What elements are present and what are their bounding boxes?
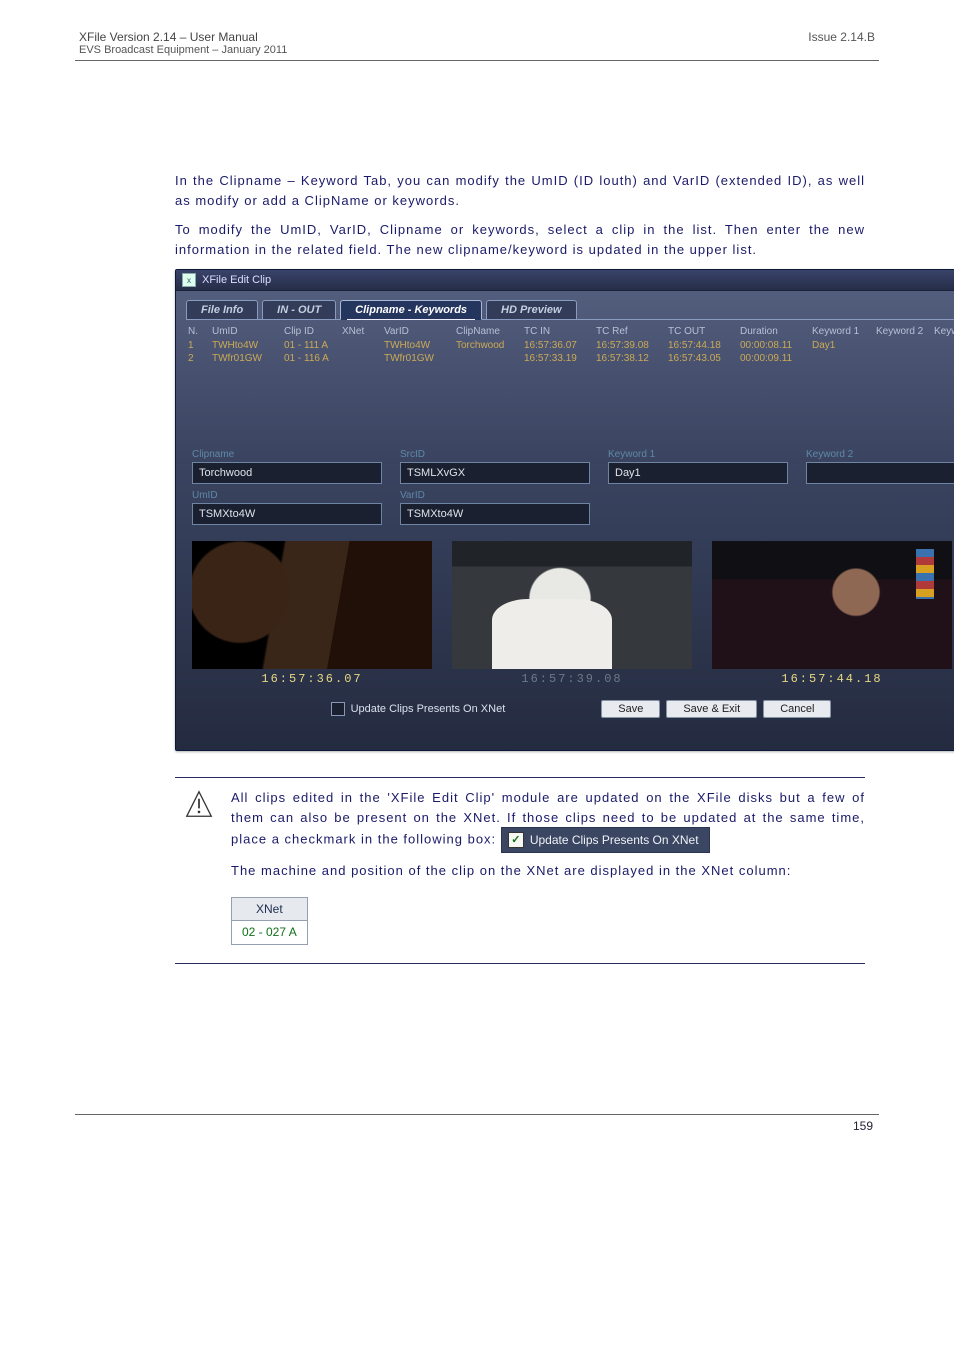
page-number: 159 xyxy=(75,1119,879,1133)
clipname-input[interactable] xyxy=(192,462,382,484)
col-clipid[interactable]: Clip ID xyxy=(282,324,340,339)
table-cell[interactable]: 16:57:36.07 xyxy=(522,339,594,352)
note-paragraph-2: The machine and position of the clip on … xyxy=(231,861,865,881)
kw1-label: Keyword 1 xyxy=(608,449,788,460)
separator xyxy=(175,777,865,778)
table-cell[interactable]: 00:00:08.11 xyxy=(738,339,810,352)
doc-title: XFile Version 2.14 – User Manual xyxy=(79,30,287,44)
table-cell[interactable] xyxy=(932,339,954,352)
umid-label: UmID xyxy=(192,490,382,501)
thumb-image xyxy=(712,541,952,669)
varid-input[interactable] xyxy=(400,503,590,525)
warning-icon xyxy=(185,788,213,945)
tc-in: 16:57:36.07 xyxy=(261,672,362,686)
table-cell[interactable]: 01 - 116 A xyxy=(282,352,340,365)
clipname-label: Clipname xyxy=(192,449,382,460)
table-cell[interactable]: Torchwood xyxy=(454,339,522,352)
xfile-edit-clip-dialog: x XFile Edit Clip × File Info IN - OUT C… xyxy=(175,269,954,751)
varid-label: VarID xyxy=(400,490,590,501)
col-kw1[interactable]: Keyword 1 xyxy=(810,324,874,339)
umid-input[interactable] xyxy=(192,503,382,525)
issue-label: Issue 2.14.B xyxy=(808,30,875,56)
thumb-image xyxy=(192,541,432,669)
table-cell[interactable] xyxy=(340,339,382,352)
dialog-titlebar[interactable]: x XFile Edit Clip × xyxy=(176,270,954,291)
thumb-image xyxy=(452,541,692,669)
thumb-out: 16:57:44.18 xyxy=(712,541,952,686)
checkmark-icon: ✓ xyxy=(508,832,524,848)
col-varid[interactable]: VarID xyxy=(382,324,454,339)
tab-file-info[interactable]: File Info xyxy=(186,300,258,319)
table-cell[interactable]: TWHto4W xyxy=(382,339,454,352)
app-icon: x xyxy=(182,273,196,287)
thumb-ref: 16:57:39.08 xyxy=(452,541,692,686)
separator xyxy=(175,963,865,964)
table-cell[interactable]: 16:57:39.08 xyxy=(594,339,666,352)
tc-ref: 16:57:39.08 xyxy=(521,672,622,686)
col-kw3[interactable]: Keyword 3 xyxy=(932,324,954,339)
table-cell[interactable]: 16:57:43.05 xyxy=(666,352,738,365)
xnet-value: 02 - 027 A xyxy=(231,921,308,945)
tc-out: 16:57:44.18 xyxy=(781,672,882,686)
table-cell[interactable]: 1 xyxy=(186,339,210,352)
table-cell[interactable] xyxy=(932,352,954,365)
col-tcref[interactable]: TC Ref xyxy=(594,324,666,339)
col-kw2[interactable]: Keyword 2 xyxy=(874,324,932,339)
col-n[interactable]: N. xyxy=(186,324,210,339)
intro-paragraph-2: To modify the UmID, VarID, Clipname or k… xyxy=(175,220,865,259)
tab-hd-preview[interactable]: HD Preview xyxy=(486,300,577,319)
table-cell[interactable]: TWfr01GW xyxy=(210,352,282,365)
intro-paragraph-1: In the Clipname – Keyword Tab, you can m… xyxy=(175,171,865,210)
table-cell[interactable]: Day1 xyxy=(810,339,874,352)
table-cell[interactable]: 00:00:09.11 xyxy=(738,352,810,365)
table-cell[interactable]: TWHto4W xyxy=(210,339,282,352)
thumb-in: 16:57:36.07 xyxy=(192,541,432,686)
doc-subtitle: EVS Broadcast Equipment – January 2011 xyxy=(79,44,287,56)
table-cell[interactable]: 2 xyxy=(186,352,210,365)
chip-label: Update Clips Presents On XNet xyxy=(530,831,699,849)
clip-list: N. UmID Clip ID XNet VarID ClipName TC I… xyxy=(186,324,954,365)
update-xnet-checkbox[interactable]: Update Clips Presents On XNet xyxy=(331,702,506,716)
kw2-label: Keyword 2 xyxy=(806,449,954,460)
header-rule xyxy=(75,60,879,61)
col-tcout[interactable]: TC OUT xyxy=(666,324,738,339)
table-cell[interactable]: 16:57:44.18 xyxy=(666,339,738,352)
cancel-button[interactable]: Cancel xyxy=(763,700,831,718)
xnet-header: XNet xyxy=(231,897,308,922)
dialog-title: XFile Edit Clip xyxy=(202,274,954,286)
table-cell[interactable] xyxy=(454,352,522,365)
checkbox-icon[interactable] xyxy=(331,702,345,716)
update-clips-chip: ✓ Update Clips Presents On XNet xyxy=(501,827,710,853)
table-cell[interactable]: 16:57:33.19 xyxy=(522,352,594,365)
table-cell[interactable] xyxy=(810,352,874,365)
srcid-label: SrcID xyxy=(400,449,590,460)
col-clipname[interactable]: ClipName xyxy=(454,324,522,339)
save-button[interactable]: Save xyxy=(601,700,660,718)
col-umid[interactable]: UmID xyxy=(210,324,282,339)
table-cell[interactable]: 01 - 111 A xyxy=(282,339,340,352)
tab-row: File Info IN - OUT Clipname - Keywords H… xyxy=(176,291,954,319)
xnet-example: XNet 02 - 027 A xyxy=(231,897,308,945)
save-exit-button[interactable]: Save & Exit xyxy=(666,700,757,718)
kw2-input[interactable] xyxy=(806,462,954,484)
footer-rule xyxy=(75,1114,879,1115)
col-duration[interactable]: Duration xyxy=(738,324,810,339)
col-tcin[interactable]: TC IN xyxy=(522,324,594,339)
col-xnet[interactable]: XNet xyxy=(340,324,382,339)
table-cell[interactable] xyxy=(340,352,382,365)
tab-in-out[interactable]: IN - OUT xyxy=(262,300,336,319)
srcid-input[interactable] xyxy=(400,462,590,484)
update-xnet-label: Update Clips Presents On XNet xyxy=(351,703,506,715)
kw1-input[interactable] xyxy=(608,462,788,484)
table-cell[interactable] xyxy=(874,339,932,352)
table-cell[interactable]: 16:57:38.12 xyxy=(594,352,666,365)
table-cell[interactable] xyxy=(874,352,932,365)
tab-clipname-keywords[interactable]: Clipname - Keywords xyxy=(340,300,482,320)
table-cell[interactable]: TWfr01GW xyxy=(382,352,454,365)
